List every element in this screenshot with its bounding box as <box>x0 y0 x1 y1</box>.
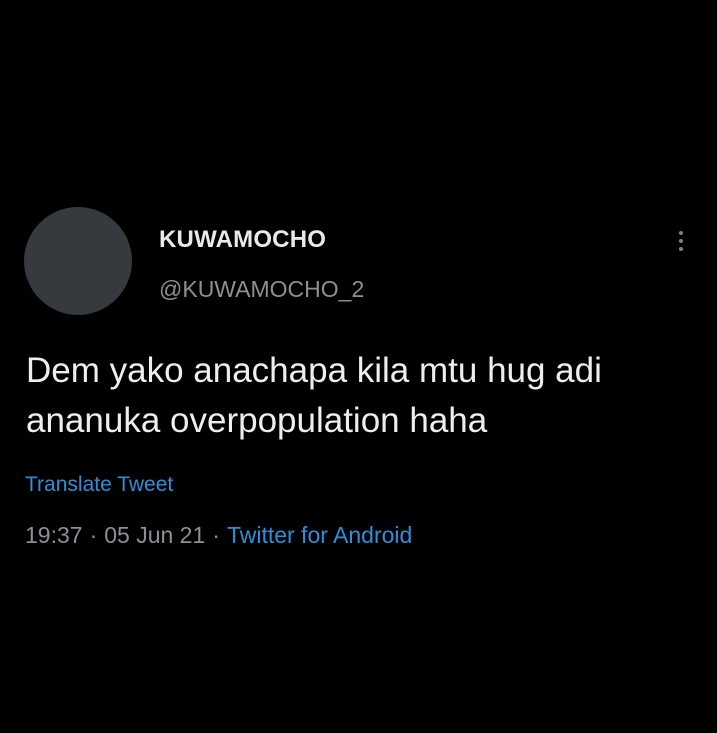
tweet-text-line-1: Dem yako anachapa kila mtu hug adi <box>26 351 602 390</box>
display-name[interactable]: KUWAMOCHO <box>159 226 326 254</box>
avatar[interactable] <box>24 207 132 315</box>
tweet-time: 19:37 <box>25 522 83 548</box>
meta-separator: · <box>89 522 98 548</box>
tweet-date: 05 Jun 21 <box>104 522 206 548</box>
tweet-text-line-2: ananuka overpopulation haha <box>26 401 488 440</box>
vertical-ellipsis-icon-dot-2 <box>679 239 683 243</box>
vertical-ellipsis-icon-dot-3 <box>679 247 683 251</box>
vertical-ellipsis-icon <box>679 231 683 235</box>
tweet-card: KUWAMOCHO @KUWAMOCHO_2 Dem yako anachapa… <box>0 0 717 733</box>
tweet-text: Dem yako anachapa kila mtu hug adi ananu… <box>26 346 696 446</box>
tweet-source-link[interactable]: Twitter for Android <box>227 522 412 548</box>
translate-tweet-link[interactable]: Translate Tweet <box>25 473 173 497</box>
meta-separator-2: · <box>212 522 220 548</box>
tweet-metadata: 19:37 · 05 Jun 21 · Twitter for Android <box>25 522 412 549</box>
user-handle[interactable]: @KUWAMOCHO_2 <box>159 276 364 303</box>
more-options-button[interactable] <box>666 226 696 256</box>
